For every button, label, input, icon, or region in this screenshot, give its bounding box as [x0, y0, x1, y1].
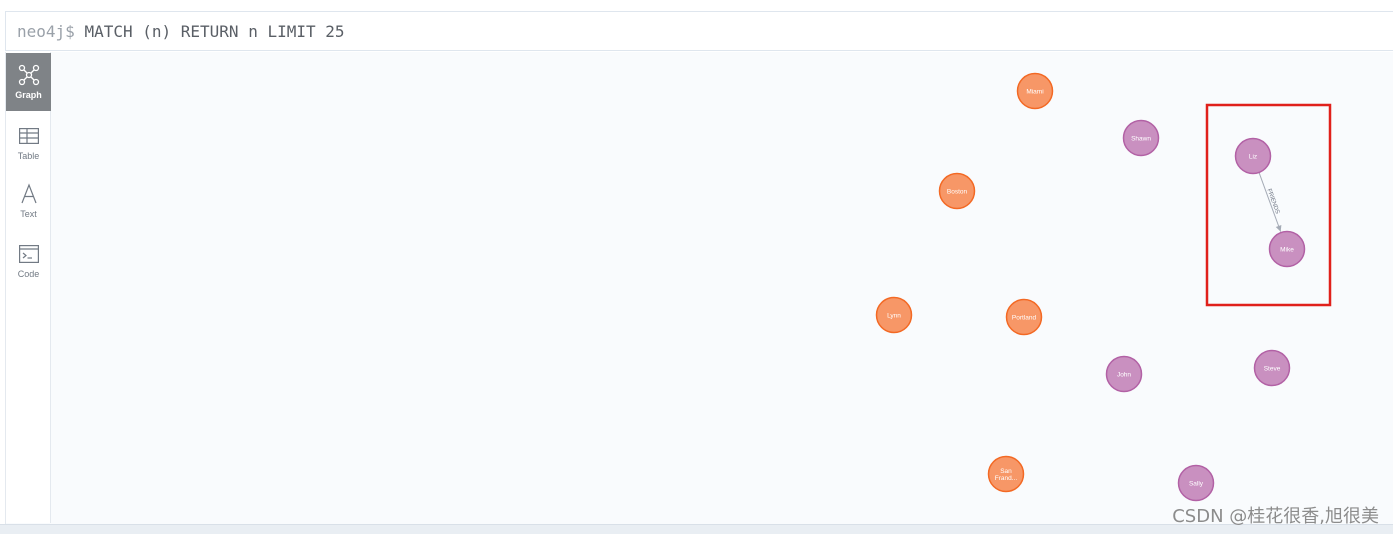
node-label: Miami [1026, 89, 1043, 96]
sidebar-label-table: Table [17, 151, 40, 161]
watermark-text: CSDN @桂花很香,旭很美 [1172, 506, 1379, 527]
sidebar-item-code[interactable]: Code [6, 232, 51, 290]
graph-icon [18, 62, 40, 88]
sidebar-item-graph[interactable]: Graph [6, 53, 51, 111]
node-steve[interactable]: Steve [1253, 349, 1291, 387]
node-label: Boston [947, 189, 968, 196]
node-boston[interactable]: Boston [938, 172, 976, 210]
query-text[interactable]: neo4j$ MATCH (n) RETURN n LIMIT 25 [6, 22, 345, 41]
table-icon [18, 123, 39, 149]
node-label: San [1000, 468, 1012, 475]
node-john[interactable]: John [1105, 355, 1143, 393]
sidebar-label-graph: Graph [15, 90, 42, 100]
node-sanfran[interactable]: SanFrand... [987, 455, 1025, 493]
node-liz[interactable]: Liz [1234, 137, 1272, 175]
node-label: Frand... [995, 475, 1018, 482]
relationship-liz-mike[interactable]: FRIENDS [1258, 172, 1282, 232]
node-portland[interactable]: Portland [1005, 298, 1043, 336]
query-bar[interactable]: neo4j$ MATCH (n) RETURN n LIMIT 25 [5, 11, 1393, 51]
sidebar-item-text[interactable]: Text [6, 172, 51, 230]
node-label: Portland [1012, 315, 1037, 322]
node-label: Steve [1264, 366, 1281, 373]
query-prompt: neo4j$ [17, 21, 75, 41]
node-label: Liz [1249, 154, 1257, 161]
node-mike[interactable]: Mike [1268, 230, 1306, 268]
node-miami[interactable]: Miami [1016, 72, 1054, 110]
neo4j-browser-frame: neo4j$ MATCH (n) RETURN n LIMIT 25 Graph… [0, 0, 1393, 534]
node-label: Shawn [1131, 136, 1151, 143]
node-shawn[interactable]: Shawn [1122, 119, 1160, 157]
node-label: John [1117, 372, 1131, 379]
result-frame: Graph Table Text Code FRIENDS Miami Bost… [5, 52, 1393, 524]
highlight-box [1205, 103, 1332, 307]
view-sidebar: Graph Table Text Code [6, 52, 51, 523]
node-lynn[interactable]: Lynn [875, 296, 913, 334]
node-sally[interactable]: Sally [1177, 464, 1215, 502]
sidebar-item-table[interactable]: Table [6, 114, 51, 172]
node-label: Sally [1189, 481, 1204, 488]
code-icon [18, 241, 39, 267]
text-icon [20, 181, 38, 207]
graph-canvas[interactable]: FRIENDS Miami Boston Lynn Portland SanFrand.… [52, 52, 1393, 523]
sidebar-label-code: Code [17, 269, 40, 279]
node-label: Mike [1280, 247, 1294, 254]
query-statement: MATCH (n) RETURN n LIMIT 25 [84, 21, 345, 41]
sidebar-label-text: Text [20, 209, 37, 219]
node-label: Lynn [887, 313, 901, 320]
